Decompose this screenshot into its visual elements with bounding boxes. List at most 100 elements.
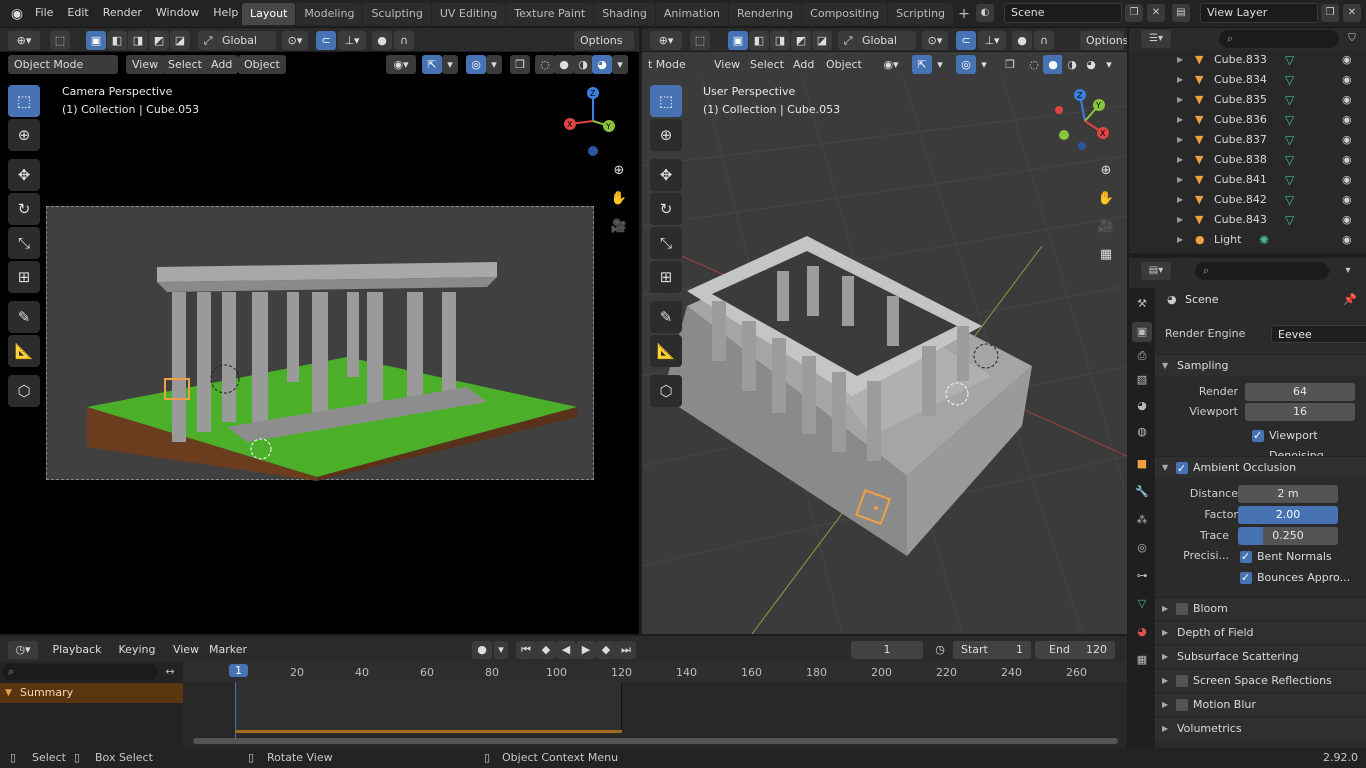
outliner-item[interactable]: ▶ ▼ Cube.843 ▽ ◉: [1129, 210, 1366, 230]
falloff-icon[interactable]: ∩: [1034, 31, 1054, 50]
sampling-section[interactable]: ▼ Sampling: [1155, 354, 1366, 376]
ao-trace-precision-slider[interactable]: 0.250: [1238, 527, 1338, 545]
select-new-icon[interactable]: ▣: [86, 31, 106, 50]
motion-blur-checkbox[interactable]: [1176, 699, 1188, 711]
select-subtract-icon[interactable]: ◨: [128, 31, 148, 50]
eye-icon[interactable]: ◉: [1342, 130, 1352, 150]
output-tab-icon[interactable]: ⎙: [1132, 346, 1152, 366]
menu-view[interactable]: View: [708, 55, 747, 74]
render-engine-dropdown[interactable]: Eevee: [1271, 325, 1366, 343]
blender-logo-icon[interactable]: ◉: [8, 5, 26, 23]
menu-view[interactable]: View: [126, 55, 165, 74]
expand-arrow-icon[interactable]: ▶: [1177, 70, 1183, 90]
camera-view-icon[interactable]: 🎥: [608, 216, 630, 238]
cursor-tool[interactable]: ⊕: [650, 119, 682, 151]
menu-object[interactable]: Object: [238, 55, 286, 74]
stopwatch-icon[interactable]: ◷: [930, 641, 950, 659]
rendered-shading-icon[interactable]: ◕: [592, 55, 612, 74]
expand-arrow-icon[interactable]: ▶: [1177, 210, 1183, 230]
material-shading-icon[interactable]: ◑: [1062, 55, 1082, 74]
outliner-item[interactable]: ▶ ▼ Cube.838 ▽ ◉: [1129, 150, 1366, 170]
expand-arrow-icon[interactable]: ▶: [1177, 110, 1183, 130]
viewport-samples-field[interactable]: 16: [1245, 403, 1355, 421]
mode-dropdown[interactable]: t Mode: [642, 55, 702, 74]
move-tool[interactable]: ✥: [8, 159, 40, 191]
pan-hand-icon[interactable]: ✋: [1095, 188, 1117, 210]
outliner-item[interactable]: ▶ ▼ Cube.842 ▽ ◉: [1129, 190, 1366, 210]
constraints-tab-icon[interactable]: ⊶: [1132, 566, 1152, 586]
menu-marker[interactable]: Marker: [206, 641, 250, 659]
solid-shading-icon[interactable]: ●: [554, 55, 574, 74]
user-viewport[interactable]: ⊕▾ ⬚ ▣ ◧ ◨ ◩ ◪ ⤢ Global ⊙▾ ⊂ ⊥▾ ● ∩ Opti…: [642, 28, 1127, 634]
tab-rendering[interactable]: Rendering: [728, 3, 802, 25]
tab-shading[interactable]: Shading: [594, 3, 655, 25]
outliner-item[interactable]: ▶ ● Light ✺ ◉: [1129, 230, 1366, 250]
outliner-item[interactable]: ▶ ▼ Cube.836 ▽ ◉: [1129, 110, 1366, 130]
render-samples-field[interactable]: 64: [1245, 383, 1355, 401]
eye-icon[interactable]: ◉: [1342, 190, 1352, 210]
tab-texture-paint[interactable]: Texture Paint: [506, 3, 594, 25]
menu-playback[interactable]: Playback: [46, 641, 108, 659]
gizmo-dropdown-icon[interactable]: ▾: [932, 55, 948, 74]
wireframe-shading-icon[interactable]: ◌: [1024, 55, 1044, 74]
options-chevron-icon[interactable]: ▾: [1339, 262, 1357, 280]
select-extend-icon[interactable]: ◧: [749, 31, 769, 50]
outliner-item[interactable]: ▶ ▼ Cube.837 ▽ ◉: [1129, 130, 1366, 150]
expand-arrow-icon[interactable]: ▶: [1177, 230, 1183, 250]
shading-dropdown-icon[interactable]: ▾: [1101, 55, 1117, 74]
menu-select[interactable]: Select: [744, 55, 790, 74]
record-icon[interactable]: ●: [472, 641, 492, 659]
motion-blur-section[interactable]: ▶ Motion Blur: [1155, 693, 1366, 715]
menu-edit[interactable]: Edit: [60, 0, 95, 28]
xray-icon[interactable]: ❐: [1000, 55, 1020, 74]
measure-tool[interactable]: 📐: [650, 335, 682, 367]
select-extend-icon[interactable]: ◧: [107, 31, 127, 50]
pivot-point-icon[interactable]: ⊙▾: [282, 31, 308, 50]
world-tab-icon[interactable]: ◍: [1132, 422, 1152, 442]
outliner-item[interactable]: ▶ ▼ Cube.841 ▽ ◉: [1129, 170, 1366, 190]
playhead-line[interactable]: [235, 682, 236, 742]
falloff-icon[interactable]: ∩: [394, 31, 414, 50]
texture-tab-icon[interactable]: ▦: [1132, 650, 1152, 670]
snap-toggle-icon[interactable]: ⊂: [956, 31, 976, 50]
scale-tool[interactable]: ⤡: [8, 227, 40, 259]
options-dropdown[interactable]: Options: [574, 31, 634, 50]
overlay-icon[interactable]: ◎: [466, 55, 486, 74]
orientation-icon[interactable]: ⤢: [838, 31, 858, 50]
tab-uv-editing[interactable]: UV Editing: [431, 3, 506, 25]
material-shading-icon[interactable]: ◑: [573, 55, 593, 74]
outliner-item[interactable]: ▶ ▼ Cube.835 ▽ ◉: [1129, 90, 1366, 110]
properties-search-input[interactable]: ⌕: [1195, 262, 1329, 280]
select-invert-icon[interactable]: ◩: [149, 31, 169, 50]
data-tab-icon[interactable]: ▽: [1132, 594, 1152, 614]
rendered-shading-icon[interactable]: ◕: [1081, 55, 1101, 74]
object-tab-icon[interactable]: ■: [1132, 454, 1152, 474]
swap-icon[interactable]: ↔: [160, 664, 180, 680]
gizmo-icon[interactable]: ⇱: [422, 55, 442, 74]
tool-settings-icon[interactable]: ⬚: [690, 31, 710, 50]
ssr-section[interactable]: ▶ Screen Space Reflections: [1155, 669, 1366, 691]
select-intersect-icon[interactable]: ◪: [812, 31, 832, 50]
mode-dropdown[interactable]: Object Mode: [8, 55, 118, 74]
horizontal-scrollbar[interactable]: [193, 738, 1118, 744]
visibility-icon[interactable]: ◉▾: [386, 55, 416, 74]
jump-start-icon[interactable]: ⏮: [516, 641, 536, 659]
modifier-tab-icon[interactable]: 🔧: [1132, 482, 1152, 502]
properties-type-icon[interactable]: ▤▾: [1141, 262, 1171, 280]
expand-arrow-icon[interactable]: ▶: [1177, 130, 1183, 150]
menu-add[interactable]: Add: [205, 55, 239, 74]
select-invert-icon[interactable]: ◩: [791, 31, 811, 50]
annotate-tool[interactable]: ✎: [8, 301, 40, 333]
delete-scene-icon[interactable]: ✕: [1147, 4, 1165, 22]
render-tab-icon[interactable]: ▣: [1132, 322, 1152, 342]
menu-window[interactable]: Window: [149, 0, 206, 28]
select-intersect-icon[interactable]: ◪: [170, 31, 190, 50]
end-frame-field[interactable]: End 120: [1035, 641, 1115, 659]
overlay-dropdown-icon[interactable]: ▾: [486, 55, 502, 74]
gizmo-dropdown-icon[interactable]: ▾: [442, 55, 458, 74]
view-layer-field[interactable]: View Layer: [1200, 3, 1318, 23]
expand-arrow-icon[interactable]: ▶: [1177, 90, 1183, 110]
filter-icon[interactable]: ⛉: [1343, 30, 1361, 48]
shading-dropdown-icon[interactable]: ▾: [612, 55, 628, 74]
pivot-point-icon[interactable]: ⊙▾: [922, 31, 948, 50]
